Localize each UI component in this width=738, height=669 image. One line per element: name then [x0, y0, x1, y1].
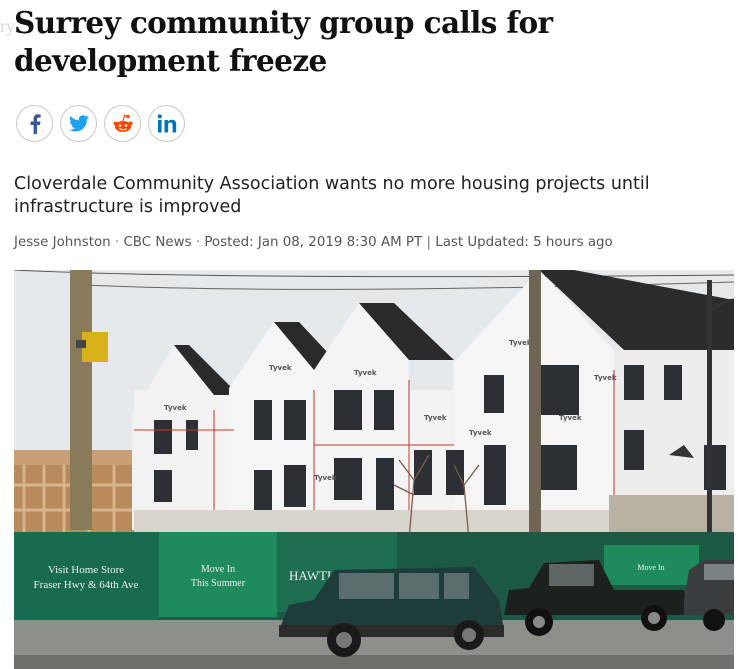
svg-text:Tyvek: Tyvek — [594, 374, 617, 382]
svg-text:Tyvek: Tyvek — [269, 364, 292, 372]
last-updated: Last Updated: 5 hours ago — [435, 235, 613, 250]
share-facebook-button[interactable] — [16, 105, 53, 142]
svg-text:Tyvek: Tyvek — [354, 369, 377, 377]
share-buttons — [16, 105, 185, 142]
article-deck: Cloverdale Community Association wants n… — [14, 174, 650, 217]
byline: Jesse Johnston · CBC News · Posted: Jan … — [14, 235, 613, 250]
posted-date: Posted: Jan 08, 2019 8:30 AM PT — [204, 235, 423, 250]
fence-sign-mid-line2: This Summer — [191, 578, 246, 589]
svg-text:Tyvek: Tyvek — [314, 474, 337, 482]
twitter-icon — [68, 115, 89, 132]
svg-text:Tyvek: Tyvek — [469, 429, 492, 437]
linkedin-icon — [157, 114, 177, 133]
svg-text:Tyvek: Tyvek — [164, 404, 187, 412]
article-photo: Tyvek Tyvek Tyvek Tyvek Tyvek Tyvek Tyve… — [14, 270, 734, 669]
fence-sign-mid-line1: Move In — [201, 564, 235, 575]
svg-text:Tyvek: Tyvek — [509, 339, 532, 347]
fence-sign-left-line2: Fraser Hwy & 64th Ave — [34, 579, 139, 591]
svg-text:Tyvek: Tyvek — [559, 414, 582, 422]
share-linkedin-button[interactable] — [148, 105, 185, 142]
fence-sign-right: Move In — [637, 563, 664, 572]
fence-sign-left-line1: Visit Home Store — [48, 564, 124, 576]
share-reddit-button[interactable] — [104, 105, 141, 142]
svg-text:Tyvek: Tyvek — [424, 414, 447, 422]
share-twitter-button[interactable] — [60, 105, 97, 142]
reddit-icon — [112, 114, 134, 134]
ghost-text: ry — [0, 16, 14, 36]
article-headline: Surrey community group calls for develop… — [14, 5, 553, 78]
outlet-name: CBC News — [123, 235, 192, 250]
facebook-icon — [29, 113, 41, 134]
author-link[interactable]: Jesse Johnston — [14, 235, 111, 250]
